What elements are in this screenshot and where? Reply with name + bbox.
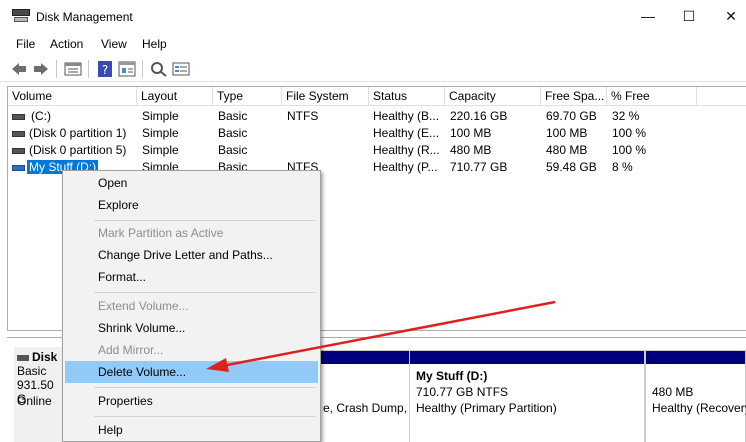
annotation-arrow xyxy=(206,300,556,372)
